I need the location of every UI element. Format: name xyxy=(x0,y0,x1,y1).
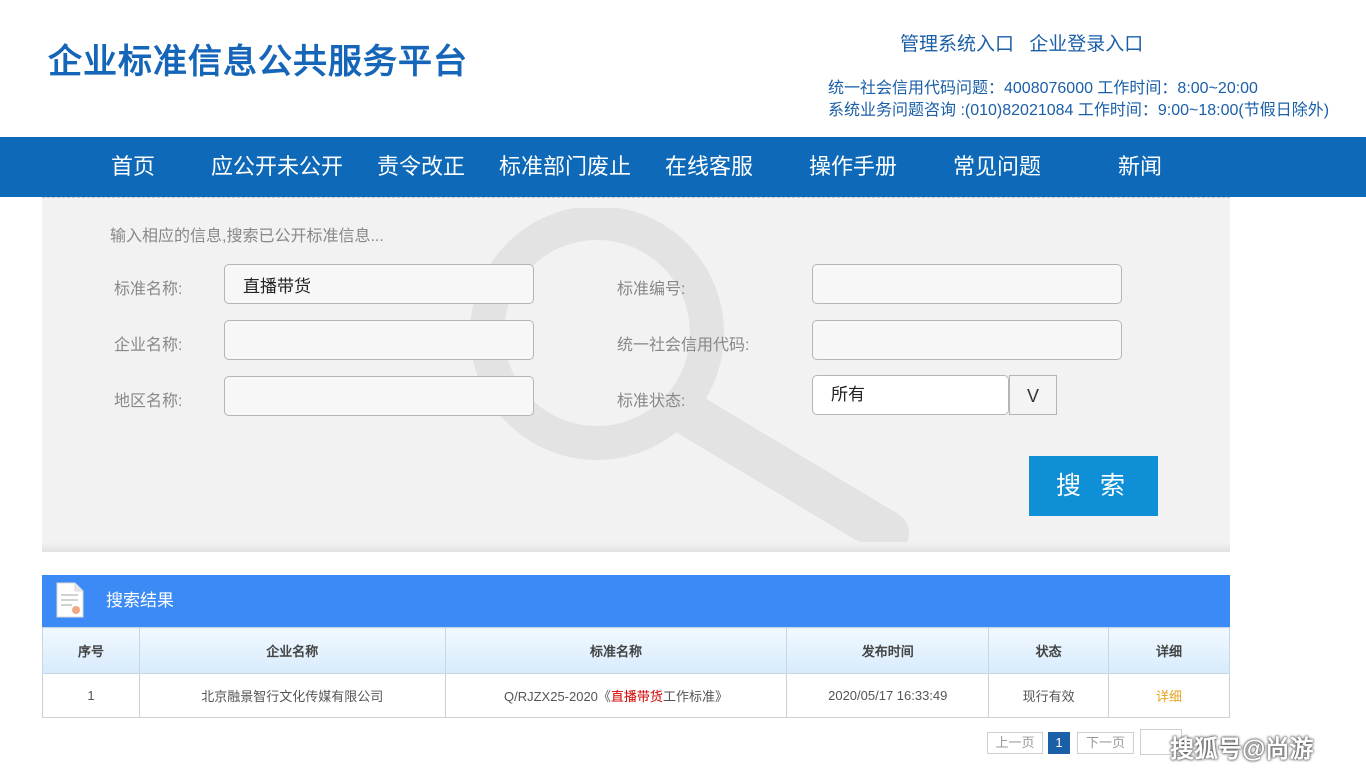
status-label: 标准状态: xyxy=(617,393,686,410)
cell-date: 2020/05/17 16:33:49 xyxy=(786,673,990,718)
nav-item-online-service[interactable]: 在线客服 xyxy=(665,137,753,197)
document-icon xyxy=(56,582,84,618)
contact-business-line: 系统业务问题咨询 :(010)82021084 工作时间：9:00~18:00(… xyxy=(828,102,1330,119)
credit-code-input[interactable] xyxy=(812,320,1122,360)
site-header: 企业标准信息公共服务平台 管理系统入口 企业登录入口 统一社会信用代码问题：40… xyxy=(0,0,1366,137)
cell-standard: Q/RJZX25-2020《直播带货工作标准》 xyxy=(444,673,788,718)
region-input[interactable] xyxy=(224,376,534,416)
table-row: 1 北京融景智行文化传媒有限公司 Q/RJZX25-2020《直播带货工作标准》… xyxy=(42,673,1230,718)
main-nav: 首页 应公开未公开 责令改正 标准部门废止 在线客服 操作手册 常见问题 新闻 xyxy=(0,137,1366,197)
standard-suffix: 工作标准》 xyxy=(662,689,728,704)
std-no-label: 标准编号: xyxy=(617,281,686,298)
status-select[interactable]: 所有 xyxy=(812,375,1009,415)
std-name-input[interactable] xyxy=(224,264,534,304)
column-header-standard: 标准名称 xyxy=(444,627,788,674)
next-page-button[interactable]: 下一页 xyxy=(1077,732,1134,754)
std-no-input[interactable] xyxy=(812,264,1122,304)
std-name-label: 标准名称: xyxy=(114,281,183,298)
nav-item-unpublished[interactable]: 应公开未公开 xyxy=(211,137,343,197)
search-panel: 输入相应的信息,搜索已公开标准信息... 标准名称: 标准编号: 企业名称: 统… xyxy=(42,197,1230,552)
top-links: 管理系统入口 企业登录入口 xyxy=(900,29,1153,56)
site-title: 企业标准信息公共服务平台 xyxy=(48,42,468,82)
credit-code-label: 统一社会信用代码: xyxy=(617,337,750,354)
table-header-row: 序号 企业名称 标准名称 发布时间 状态 详细 xyxy=(42,627,1230,674)
nav-item-manual[interactable]: 操作手册 xyxy=(809,137,897,197)
company-name-label: 企业名称: xyxy=(114,337,183,354)
nav-item-news[interactable]: 新闻 xyxy=(1118,137,1162,197)
search-button[interactable]: 搜 索 xyxy=(1029,456,1158,516)
standard-highlight: 直播带货 xyxy=(610,689,663,704)
status-dropdown-toggle[interactable]: V xyxy=(1009,375,1057,415)
contact-info: 统一社会信用代码问题：4008076000 工作时间：8:00~20:00 系统… xyxy=(828,78,1329,122)
detail-link[interactable]: 详细 xyxy=(1156,689,1182,704)
nav-item-faq[interactable]: 常见问题 xyxy=(953,137,1041,197)
search-hint: 输入相应的信息,搜索已公开标准信息... xyxy=(110,228,384,245)
contact-credit-line: 统一社会信用代码问题：4008076000 工作时间：8:00~20:00 xyxy=(828,80,1258,97)
current-page-button[interactable]: 1 xyxy=(1048,732,1070,754)
company-login-link[interactable]: 企业登录入口 xyxy=(1029,34,1143,55)
column-header-date: 发布时间 xyxy=(786,627,990,674)
results-header-bar: 搜索结果 xyxy=(42,575,1230,627)
column-header-company: 企业名称 xyxy=(138,627,446,674)
results-title: 搜索结果 xyxy=(106,591,174,610)
nav-item-rectification[interactable]: 责令改正 xyxy=(377,137,465,197)
cell-detail: 详细 xyxy=(1108,673,1230,718)
column-header-status: 状态 xyxy=(988,627,1110,674)
prev-page-button[interactable]: 上一页 xyxy=(987,732,1043,754)
watermark: 搜狐号@尚游 xyxy=(1170,736,1314,763)
column-header-index: 序号 xyxy=(42,627,140,674)
results-table: 序号 企业名称 标准名称 发布时间 状态 详细 1 北京融景智行文化传媒有限公司… xyxy=(42,627,1230,718)
admin-entry-link[interactable]: 管理系统入口 xyxy=(900,34,1014,55)
cell-status: 现行有效 xyxy=(988,673,1110,718)
region-label: 地区名称: xyxy=(114,393,183,410)
standard-prefix: Q/RJZX25-2020《 xyxy=(503,689,611,704)
nav-item-home[interactable]: 首页 xyxy=(111,137,155,197)
cell-index: 1 xyxy=(42,673,140,718)
cell-company: 北京融景智行文化传媒有限公司 xyxy=(138,673,446,718)
company-name-input[interactable] xyxy=(224,320,534,360)
nav-item-abolished[interactable]: 标准部门废止 xyxy=(499,137,631,197)
column-header-detail: 详细 xyxy=(1108,627,1230,674)
